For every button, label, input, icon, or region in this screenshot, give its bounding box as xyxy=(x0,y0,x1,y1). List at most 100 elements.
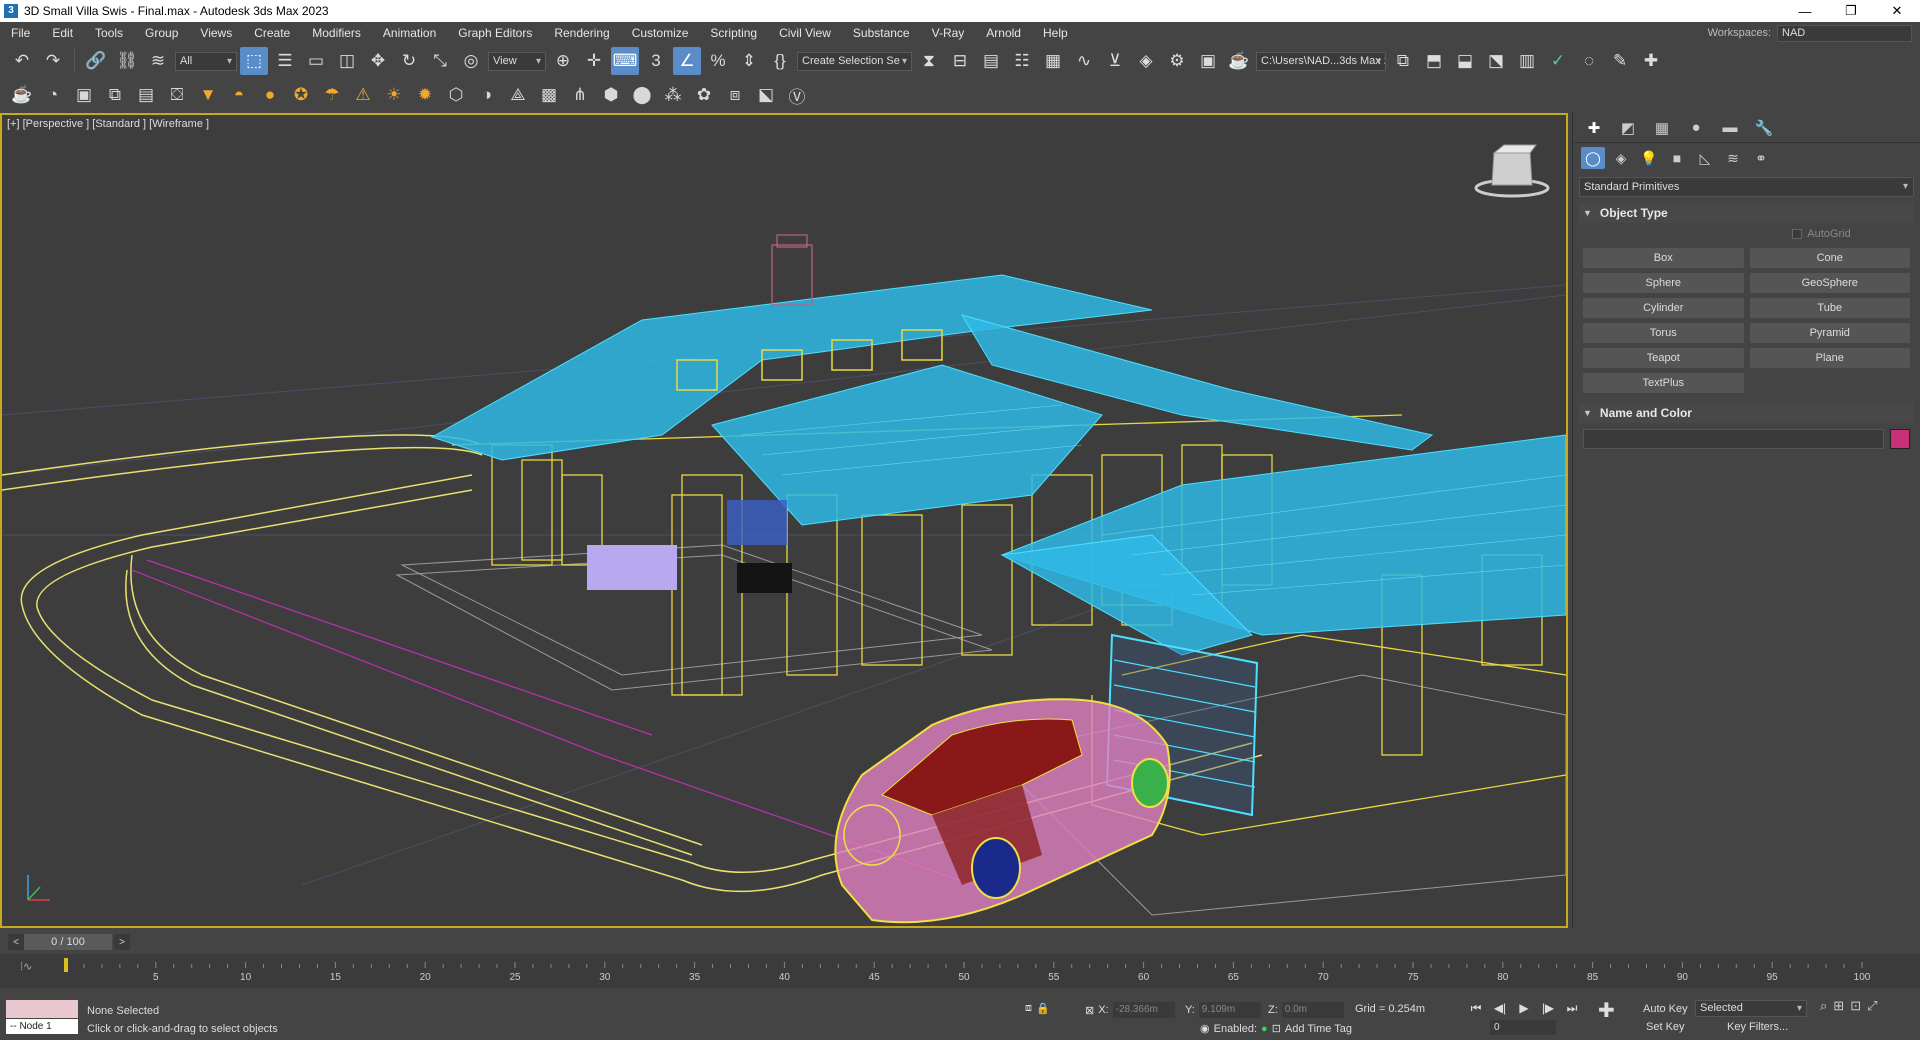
autogrid-checkbox[interactable] xyxy=(1792,229,1803,239)
time-slider-thumb[interactable]: 0 / 100 xyxy=(24,934,112,950)
menu-file[interactable]: File xyxy=(0,22,41,44)
sphere-fade-icon[interactable]: ◑ xyxy=(473,81,501,109)
mesh-light-icon[interactable]: ✪ xyxy=(287,81,315,109)
render-icon[interactable]: ▣ xyxy=(70,81,98,109)
add-time-tag-label[interactable]: Add Time Tag xyxy=(1285,1023,1352,1035)
maximize-viewport-icon[interactable]: ⤢ xyxy=(1867,998,1877,1014)
menu-create[interactable]: Create xyxy=(243,22,301,44)
project-folder-icon[interactable]: ⧉ xyxy=(1389,47,1417,75)
scene-explorer-icon[interactable]: ▤ xyxy=(977,47,1005,75)
menu-rendering[interactable]: Rendering xyxy=(543,22,620,44)
vray-volume-icon[interactable]: ▩ xyxy=(535,81,563,109)
scale-icon[interactable]: ⤡ xyxy=(426,47,454,75)
x-field[interactable]: -28.366m xyxy=(1112,1002,1175,1018)
redo-icon[interactable]: ↷ xyxy=(39,47,67,75)
menu-views[interactable]: Views xyxy=(189,22,243,44)
time-tag-icon[interactable]: ⊡ xyxy=(1272,1022,1281,1035)
vray-icon[interactable]: ⛋ xyxy=(163,81,191,109)
previous-frame-icon[interactable]: < xyxy=(8,934,24,950)
brush-icon[interactable]: ✎ xyxy=(1606,47,1634,75)
rotate-icon[interactable]: ↻ xyxy=(395,47,423,75)
menu-edit[interactable]: Edit xyxy=(41,22,84,44)
check-icon[interactable]: ✓ xyxy=(1544,47,1572,75)
snaps-toggle-icon[interactable]: 3 xyxy=(642,47,670,75)
next-frame-icon[interactable]: > xyxy=(114,934,130,950)
perspective-viewport[interactable]: [+] [Perspective ] [Standard ] [Wirefram… xyxy=(0,113,1568,928)
play-icon[interactable]: ▶ xyxy=(1514,999,1534,1017)
zoom-icon[interactable]: ⌕ xyxy=(1820,998,1827,1014)
lighting-analysis-icon[interactable]: ⧈ xyxy=(721,81,749,109)
reference-coord-dropdown[interactable]: View xyxy=(488,51,546,71)
schematic-view-icon[interactable]: ⊻ xyxy=(1101,47,1129,75)
systems-icon[interactable]: ⚭ xyxy=(1749,147,1773,169)
named-selection-dropdown[interactable]: Create Selection Se xyxy=(797,51,912,71)
keyboard-shortcut-override-icon[interactable]: ⌨ xyxy=(611,47,639,75)
set-keys-icon[interactable]: ✚ xyxy=(1598,998,1615,1023)
box-button[interactable]: Box xyxy=(1583,248,1744,268)
edit-named-selection-icon[interactable]: {} xyxy=(766,47,794,75)
menu-customize[interactable]: Customize xyxy=(621,22,700,44)
go-to-end-icon[interactable]: ⏭ xyxy=(1562,999,1582,1017)
y-field[interactable]: 9.109m xyxy=(1198,1002,1261,1018)
bind-space-warp-icon[interactable]: ≋ xyxy=(144,47,172,75)
material-convert-icon[interactable]: ✿ xyxy=(690,81,718,109)
link-icon[interactable]: 🔗 xyxy=(82,47,110,75)
object-color-swatch[interactable] xyxy=(1890,429,1910,449)
material-editor-icon[interactable]: ◈ xyxy=(1132,47,1160,75)
select-manipulate-icon[interactable]: ✛ xyxy=(580,47,608,75)
project-path-dropdown[interactable]: C:\Users\NAD...3ds Max 2023 xyxy=(1256,51,1386,71)
display-tab-icon[interactable]: ▬ xyxy=(1717,116,1743,140)
plane-button[interactable]: Plane xyxy=(1749,348,1910,368)
close-button[interactable]: ✕ xyxy=(1874,0,1920,22)
ribbon-icon[interactable]: ▦ xyxy=(1039,47,1067,75)
undo-icon[interactable]: ↶ xyxy=(8,47,36,75)
window-crossing-icon[interactable]: ◫ xyxy=(333,47,361,75)
go-to-start-icon[interactable]: ⏮ xyxy=(1466,999,1486,1017)
lock-selection-icon[interactable]: 🔒 xyxy=(1036,1002,1050,1015)
infinite-plane-icon[interactable]: ⟁ xyxy=(504,81,532,109)
render-production-icon[interactable]: ☕ xyxy=(1225,47,1253,75)
key-filters-button[interactable]: Key Filters... xyxy=(1727,1021,1788,1033)
proxy-icon[interactable]: ⬡ xyxy=(442,81,470,109)
sun-icon[interactable]: ☀ xyxy=(380,81,408,109)
multi-material-icon[interactable]: ⁂ xyxy=(659,81,687,109)
selection-filter-dropdown[interactable]: All xyxy=(175,51,237,71)
current-frame-marker[interactable] xyxy=(64,958,68,972)
unlink-icon[interactable]: ⛓ xyxy=(113,47,141,75)
sky-icon[interactable]: ✹ xyxy=(411,81,439,109)
primitive-category-dropdown[interactable]: Standard Primitives xyxy=(1579,177,1914,197)
decal-icon[interactable]: ⬢ xyxy=(597,81,625,109)
render-elements-icon[interactable]: ⬕ xyxy=(752,81,780,109)
space-warps-icon[interactable]: ≋ xyxy=(1721,147,1745,169)
adaptive-degradation-icon[interactable]: ◉ xyxy=(1200,1022,1210,1035)
menu-arnold[interactable]: Arnold xyxy=(975,22,1032,44)
shapes-icon[interactable]: ◈ xyxy=(1609,147,1633,169)
rectangular-selection-icon[interactable]: ▭ xyxy=(302,47,330,75)
rendered-frame-window-icon[interactable]: ▣ xyxy=(1194,47,1222,75)
ambient-light-icon[interactable]: ⚠ xyxy=(349,81,377,109)
move-icon[interactable]: ✥ xyxy=(364,47,392,75)
cylinder-button[interactable]: Cylinder xyxy=(1583,298,1744,318)
teapot-icon[interactable]: ☕ xyxy=(8,81,36,109)
motion-tab-icon[interactable]: ● xyxy=(1683,116,1709,140)
helpers-icon[interactable]: ◺ xyxy=(1693,147,1717,169)
torus-button[interactable]: Torus xyxy=(1583,323,1744,343)
align-icon[interactable]: ⊟ xyxy=(946,47,974,75)
cameras-icon[interactable]: ■ xyxy=(1665,147,1689,169)
sync-icon[interactable]: ◌ xyxy=(1575,47,1603,75)
render-setup-icon[interactable]: ⚙ xyxy=(1163,47,1191,75)
create-tab-icon[interactable]: ✚ xyxy=(1581,116,1607,140)
viewport-label[interactable]: [+] [Perspective ] [Standard ] [Wirefram… xyxy=(7,118,209,130)
sphere-light-icon[interactable]: ● xyxy=(256,81,284,109)
set-key-button[interactable]: Set Key xyxy=(1646,1021,1685,1033)
mirror-icon[interactable]: ⧗ xyxy=(915,47,943,75)
spotlight-icon[interactable]: ▼ xyxy=(194,81,222,109)
add-icon[interactable]: ✚ xyxy=(1637,47,1665,75)
workspaces-select[interactable]: NAD xyxy=(1777,24,1912,42)
transform-mode-icon[interactable]: ⊠ xyxy=(1085,1004,1094,1017)
vray-logo-icon[interactable]: Ⓥ xyxy=(783,81,811,109)
name-and-color-header[interactable]: ▼ Name and Color xyxy=(1579,403,1914,423)
cone-button[interactable]: Cone xyxy=(1749,248,1910,268)
geometry-icon[interactable]: ◯ xyxy=(1581,147,1605,169)
frame-buffer-icon[interactable]: ⧉ xyxy=(101,81,129,109)
